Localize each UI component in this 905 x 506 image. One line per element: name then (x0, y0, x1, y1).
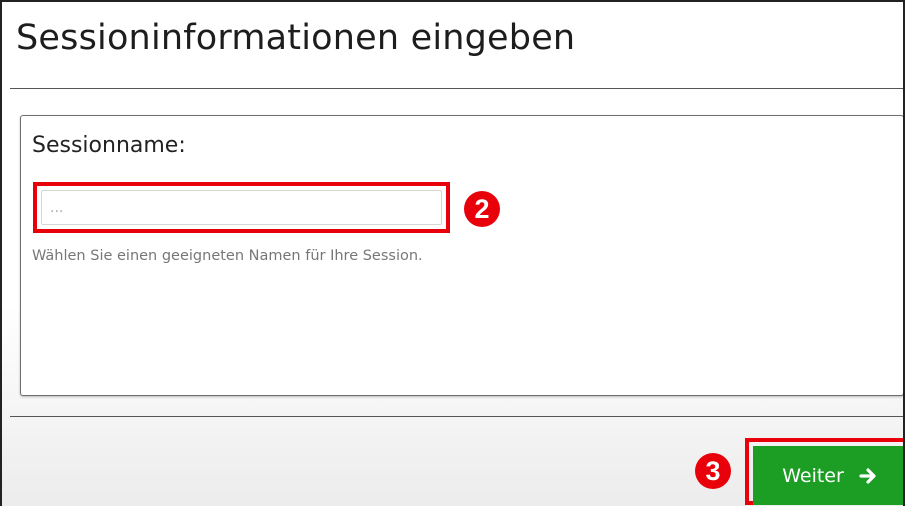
session-dialog: Sessioninformationen eingeben Sessionnam… (0, 0, 905, 506)
input-highlight-box (33, 182, 450, 233)
arrow-right-icon (859, 467, 876, 484)
session-name-input[interactable] (41, 190, 442, 225)
footer-divider (10, 416, 903, 417)
step-badge-2: 2 (464, 191, 500, 227)
step-badge-3: 3 (695, 453, 731, 489)
page-title: Sessioninformationen eingeben (16, 18, 576, 58)
title-divider (10, 88, 903, 89)
next-button[interactable]: Weiter (753, 446, 903, 505)
next-button-label: Weiter (782, 464, 844, 487)
session-form-panel: Sessionname: Wählen Sie einen geeigneten… (20, 115, 903, 396)
button-highlight-box: Weiter (745, 438, 903, 505)
session-name-label: Sessionname: (32, 133, 186, 158)
session-name-help: Wählen Sie einen geeigneten Namen für Ih… (32, 248, 423, 264)
